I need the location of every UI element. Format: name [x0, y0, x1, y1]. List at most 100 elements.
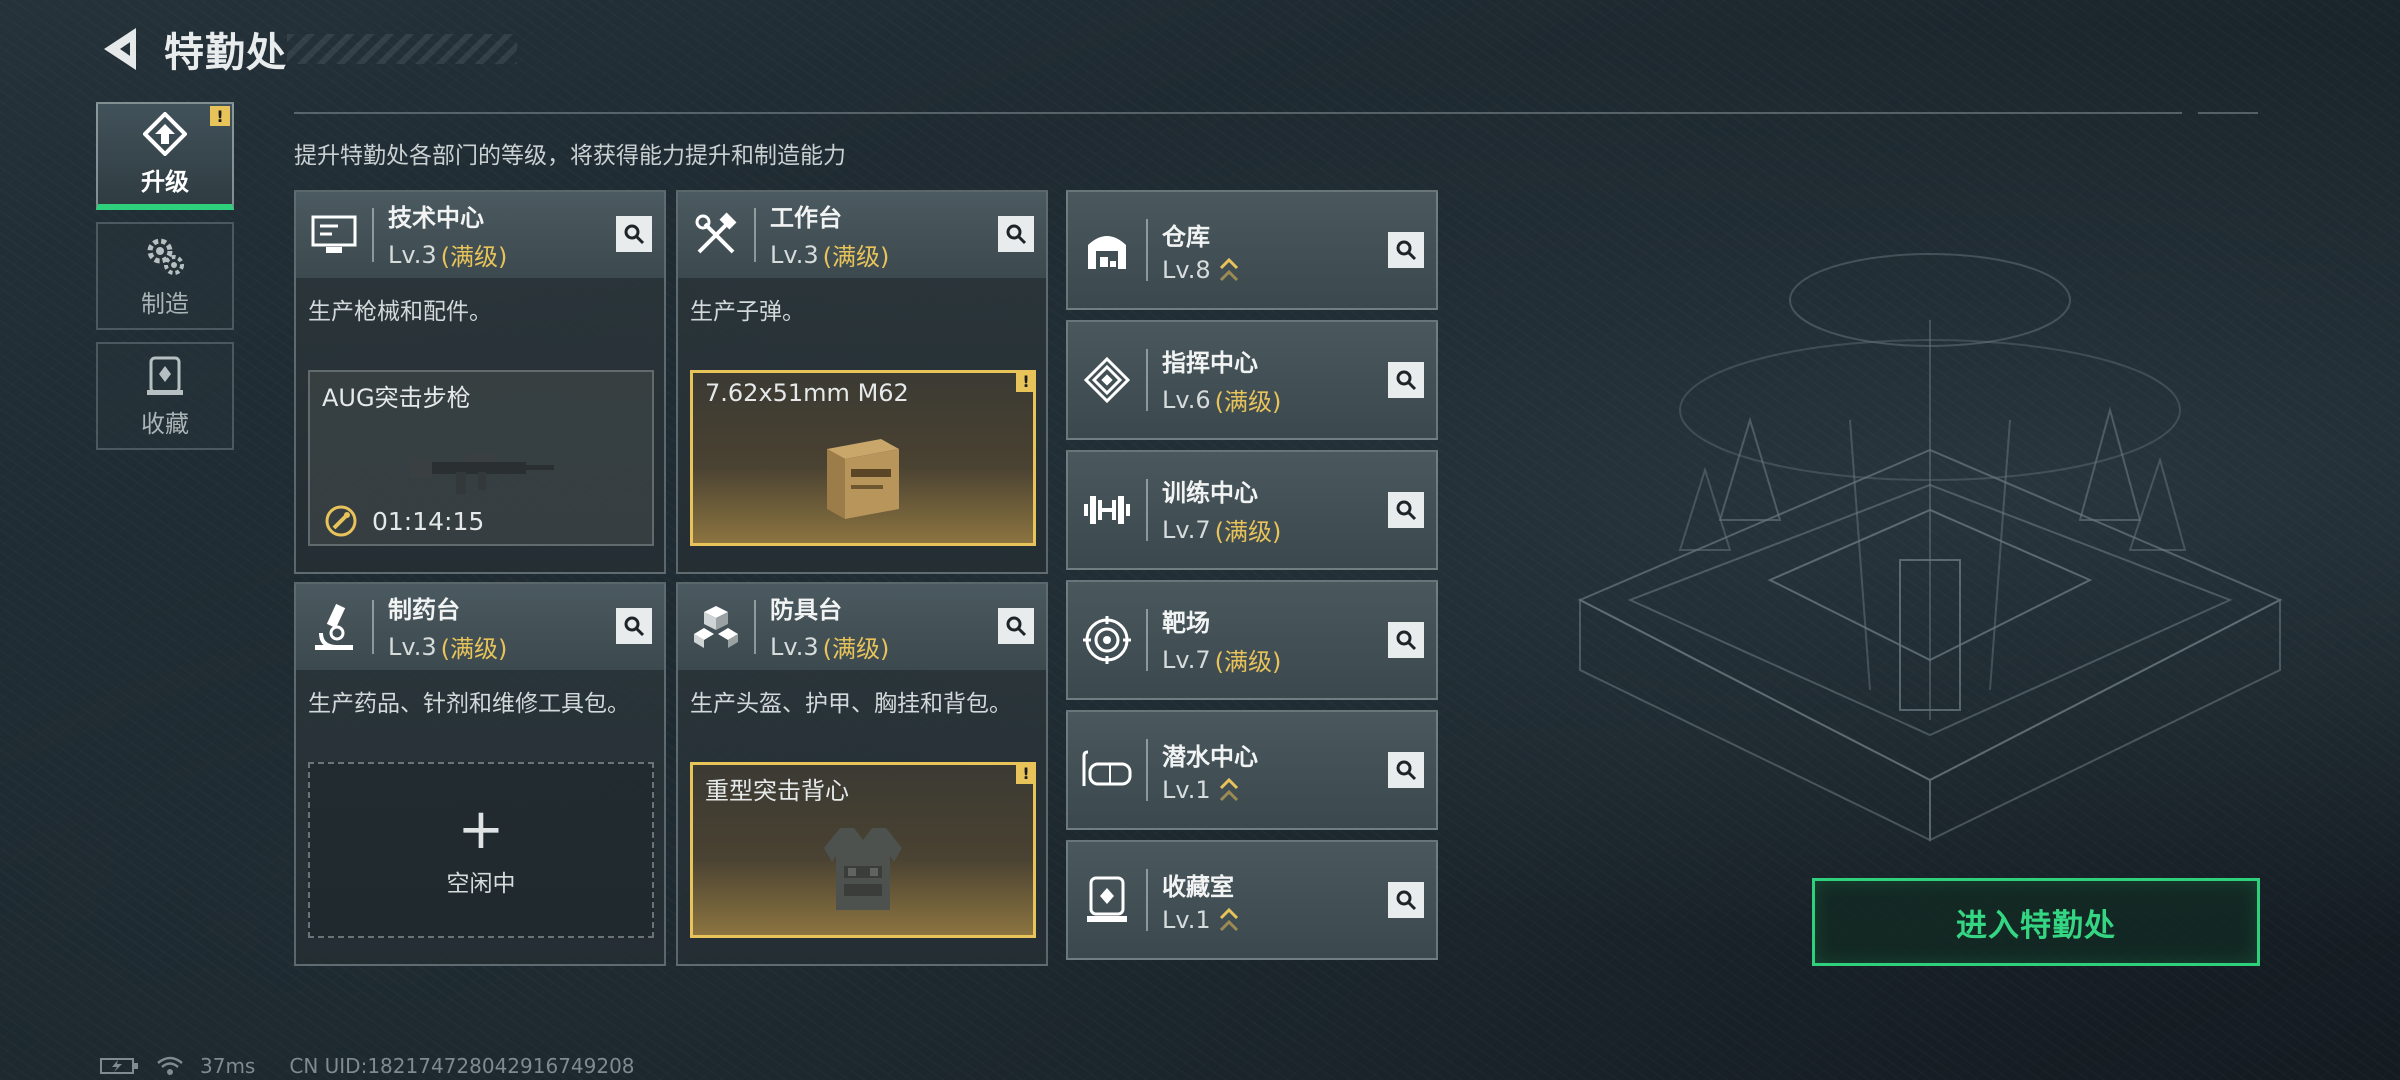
- craft-timer: 01:14:15: [324, 504, 484, 538]
- ammo-box-icon: [827, 439, 899, 520]
- back-button[interactable]: [96, 22, 144, 76]
- facility-card-diving-center[interactable]: 潜水中心 Lv.1: [1066, 710, 1438, 830]
- nav-upgrade[interactable]: ! 升级: [96, 102, 234, 210]
- dept-level: Lv.3 (满级): [388, 237, 507, 272]
- search-button[interactable]: [616, 608, 652, 644]
- level-value: Lv.3: [770, 632, 819, 661]
- search-button[interactable]: [1388, 752, 1424, 788]
- search-icon: [1006, 224, 1027, 245]
- search-button[interactable]: [998, 608, 1034, 644]
- divider: [372, 600, 374, 654]
- alert-badge: !: [1016, 370, 1036, 392]
- search-icon: [1396, 240, 1417, 261]
- production-slot-complete[interactable]: ! 重型突击背心: [690, 762, 1036, 938]
- dept-description: 生产头盔、护甲、胸挂和背包。: [690, 691, 1012, 717]
- facility-level: Lv.8: [1162, 256, 1239, 284]
- dept-level: Lv.3 (满级): [770, 237, 889, 272]
- search-button[interactable]: [616, 216, 652, 252]
- collection-icon: [143, 354, 187, 398]
- user-uid: CN UID:182174728042916749208: [289, 1054, 635, 1078]
- dept-card-workbench[interactable]: 工作台 Lv.3 (满级) 生产子弹。 ! 7.62x51mm M62: [676, 190, 1048, 574]
- alert-badge: !: [210, 106, 230, 126]
- divider: [1146, 479, 1148, 541]
- max-level-tag: (满级): [822, 635, 890, 663]
- vest-icon: [824, 828, 902, 911]
- search-button[interactable]: [998, 216, 1034, 252]
- divider: [1146, 609, 1148, 671]
- nav-craft[interactable]: 制造: [96, 222, 234, 330]
- wifi-icon: [157, 1056, 183, 1075]
- dept-description: 生产药品、针剂和维修工具包。: [308, 691, 630, 717]
- battery-icon: [100, 1058, 138, 1074]
- level-value: Lv.6: [1162, 385, 1211, 414]
- nav-collection[interactable]: 收藏: [96, 342, 234, 450]
- max-level-tag: (满级): [1214, 518, 1282, 546]
- microscope-icon: [296, 584, 372, 670]
- search-icon: [1396, 760, 1417, 781]
- dept-card-armor[interactable]: 防具台 Lv.3 (满级) 生产头盔、护甲、胸挂和背包。 ! 重型突击背心: [676, 582, 1048, 966]
- dept-name: 技术中心: [388, 204, 484, 232]
- facility-card-warehouse[interactable]: 仓库 Lv.8: [1066, 190, 1438, 310]
- facility-level: Lv.1: [1162, 776, 1258, 804]
- card-header: 工作台 Lv.3 (满级): [678, 192, 1046, 278]
- search-icon: [1396, 370, 1417, 391]
- dept-description: 生产子弹。: [690, 299, 805, 325]
- dept-name: 防具台: [770, 596, 842, 624]
- level-value: Lv.1: [1162, 775, 1211, 804]
- search-button[interactable]: [1388, 622, 1424, 658]
- level-value: Lv.3: [770, 240, 819, 269]
- facility-card-shooting-range[interactable]: 靶场 Lv.7 (满级): [1066, 580, 1438, 700]
- warehouse-icon: [1068, 192, 1146, 308]
- wrench-clock-icon: [325, 505, 357, 537]
- divider: [372, 208, 374, 262]
- facility-card-training-center[interactable]: 训练中心 Lv.7 (满级): [1066, 450, 1438, 570]
- dept-level: Lv.3 (满级): [770, 629, 889, 664]
- divider-line: [294, 112, 2182, 114]
- search-button[interactable]: [1388, 492, 1424, 528]
- max-level-tag: (满级): [440, 243, 508, 271]
- slot-item-name: 7.62x51mm M62: [705, 379, 909, 407]
- production-slot-idle[interactable]: + 空闲中: [308, 762, 654, 938]
- facility-level: Lv.1: [1162, 906, 1239, 934]
- enter-button-label: 进入特勤处: [1956, 907, 2116, 944]
- dept-description: 生产枪械和配件。: [308, 299, 492, 325]
- dept-name: 工作台: [770, 204, 842, 232]
- dept-card-tech-center[interactable]: 技术中心 Lv.3 (满级) 生产枪械和配件。 AUG突击步枪 01:14:15: [294, 190, 666, 574]
- facility-card-collection-room[interactable]: 收藏室 Lv.1: [1066, 840, 1438, 960]
- max-level-tag: (满级): [440, 635, 508, 663]
- search-button[interactable]: [1388, 362, 1424, 398]
- cubes-icon: [678, 584, 754, 670]
- base-building-illustration: [1577, 253, 2283, 842]
- enter-special-ops-button[interactable]: 进入特勤处: [1812, 878, 2260, 966]
- dept-card-pharmacy[interactable]: 制药台 Lv.3 (满级) 生产药品、针剂和维修工具包。 + 空闲中: [294, 582, 666, 966]
- max-level-tag: (满级): [1214, 388, 1282, 416]
- divider-line: [2198, 112, 2258, 114]
- facility-name: 指挥中心: [1162, 349, 1258, 377]
- idle-status: 空闲中: [446, 871, 516, 897]
- add-icon: +: [457, 797, 505, 862]
- card-header: 技术中心 Lv.3 (满级): [296, 192, 664, 278]
- search-icon: [624, 616, 645, 637]
- divider: [1146, 739, 1148, 801]
- facility-name: 潜水中心: [1162, 742, 1258, 771]
- max-level-tag: (满级): [822, 243, 890, 271]
- divider: [1146, 349, 1148, 411]
- search-button[interactable]: [1388, 882, 1424, 918]
- level-value: Lv.3: [388, 240, 437, 269]
- display-case-icon: [1068, 842, 1146, 958]
- nav-label: 收藏: [141, 409, 189, 438]
- slot-item-name: AUG突击步枪: [322, 384, 471, 412]
- max-level-tag: (满级): [1214, 648, 1282, 676]
- upgrade-available-icon: [1219, 776, 1239, 804]
- search-button[interactable]: [1388, 232, 1424, 268]
- production-slot-complete[interactable]: ! 7.62x51mm M62: [690, 370, 1036, 546]
- nav-label: 升级: [141, 167, 189, 196]
- facility-card-command-center[interactable]: 指挥中心 Lv.6 (满级): [1066, 320, 1438, 440]
- facility-level: Lv.7 (满级): [1162, 512, 1281, 547]
- level-value: Lv.7: [1162, 645, 1211, 674]
- header: 特勤处: [96, 22, 517, 76]
- production-slot[interactable]: AUG突击步枪 01:14:15: [308, 370, 654, 546]
- rifle-icon: [410, 453, 554, 494]
- facility-name: 靶场: [1162, 609, 1210, 637]
- back-arrow-icon: [104, 28, 136, 70]
